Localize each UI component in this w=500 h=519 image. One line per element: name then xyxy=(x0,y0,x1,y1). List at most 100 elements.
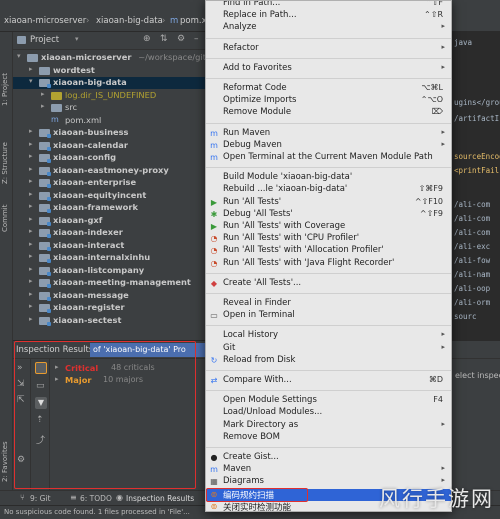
tree-item[interactable]: ▸ xiaoan-gxf xyxy=(13,215,208,227)
chevron-right-icon[interactable]: ▸ xyxy=(29,240,33,248)
chevron-right-icon[interactable]: ▸ xyxy=(29,315,33,323)
menu-item[interactable]: Replace in Path... ⌃⇧R xyxy=(206,10,451,22)
profiler-icon: ◔ xyxy=(210,246,218,256)
tree-item[interactable]: m pom.xml xyxy=(13,115,208,127)
tree-item[interactable]: ▸ xiaoan-indexer xyxy=(13,227,208,239)
menu-item[interactable]: Remove Module ⌦ xyxy=(206,107,451,119)
editor-area[interactable]: java ugins</grou/artifactI sourceEncod <pri… xyxy=(452,32,500,340)
tree-item[interactable]: ▸ xiaoan-meeting-management xyxy=(13,277,208,289)
menu-item[interactable]: Remove BOM xyxy=(206,432,451,444)
tree-item[interactable]: ▸ xiaoan-internalxinhu xyxy=(13,252,208,264)
chevron-down-icon[interactable]: ▾ xyxy=(75,35,79,43)
menu-item[interactable]: Load/Unload Modules... xyxy=(206,407,451,419)
tree-item[interactable]: ▸ xiaoan-interact xyxy=(13,240,208,252)
tree-item[interactable]: ▸ xiaoan-business xyxy=(13,127,208,139)
gear-icon[interactable]: ⚙ xyxy=(177,34,185,44)
breadcrumb-project[interactable]: xiaoan-microserver xyxy=(4,16,86,26)
menu-item[interactable]: m Run Maven ▸ xyxy=(206,128,451,140)
chevron-right-icon[interactable]: ▸ xyxy=(29,177,33,185)
menu-item[interactable]: m Maven ▸ xyxy=(206,464,451,476)
maven-icon: m xyxy=(210,465,218,475)
menu-item[interactable]: Analyze ▸ xyxy=(206,22,451,34)
tab-project[interactable]: 1: Project xyxy=(1,36,12,106)
chevron-right-icon[interactable]: ▸ xyxy=(29,252,33,260)
tree-item[interactable]: ▸ xiaoan-eastmoney-proxy xyxy=(13,165,208,177)
submenu-arrow-icon: ▸ xyxy=(441,42,445,51)
menu-item[interactable]: ↻ Reload from Disk xyxy=(206,355,451,367)
tree-item[interactable]: ▸ xiaoan-framework xyxy=(13,202,208,214)
chevron-right-icon[interactable]: ▸ xyxy=(29,190,33,198)
menu-item[interactable]: Optimize Imports ⌃⌥O xyxy=(206,95,451,107)
menu-item[interactable]: ● Create Gist... xyxy=(206,452,451,464)
folder-icon xyxy=(39,241,51,251)
chevron-right-icon[interactable]: ▸ xyxy=(29,290,33,298)
menu-item[interactable]: Find in Path... ⌃⇧F xyxy=(206,1,451,10)
tree-item[interactable]: ▸ xiaoan-listcompany xyxy=(13,265,208,277)
menu-item[interactable]: ◔ Run 'All Tests' with 'Allocation Profil… xyxy=(206,245,451,257)
chevron-right-icon[interactable]: ▸ xyxy=(29,152,33,160)
tree-item[interactable]: ▸ wordtest xyxy=(13,65,208,77)
menu-item[interactable]: ▶ Run 'All Tests' with Coverage xyxy=(206,221,451,233)
menu-item[interactable]: ⇄ Compare With... ⌘D xyxy=(206,375,451,387)
menu-item-shortcut: ^⇧F10 xyxy=(414,196,443,206)
tree-item[interactable]: ▸ src xyxy=(13,102,208,114)
menu-item[interactable]: Open Module Settings F4 xyxy=(206,395,451,407)
tab-structure[interactable]: Z: Structure xyxy=(1,124,12,184)
chevron-right-icon[interactable]: ▸ xyxy=(29,140,33,148)
menu-item[interactable]: Refactor ▸ xyxy=(206,42,451,55)
code-line: /ali-com xyxy=(454,200,491,209)
tree-item[interactable]: ▸ xiaoan-message xyxy=(13,290,208,302)
menu-item[interactable]: ▭ Open in Terminal xyxy=(206,310,451,322)
tree-item[interactable]: ▾ xiaoan-big-data xyxy=(13,77,208,89)
locate-icon[interactable]: ⊕ xyxy=(143,34,151,44)
menu-item[interactable]: Git ▸ xyxy=(206,343,451,355)
chevron-right-icon[interactable]: ▸ xyxy=(41,102,45,110)
tab-todo[interactable]: 6: TODO xyxy=(80,494,112,503)
tab-inspection-results[interactable]: Inspection Results xyxy=(126,494,194,503)
tree-item[interactable]: ▸ xiaoan-register xyxy=(13,302,208,314)
chevron-right-icon[interactable]: ▸ xyxy=(29,65,33,73)
menu-item[interactable]: m Debug Maven ▸ xyxy=(206,140,451,152)
chevron-right-icon[interactable]: ▸ xyxy=(29,165,33,173)
chevron-right-icon[interactable]: ▸ xyxy=(29,302,33,310)
minimize-icon[interactable]: – xyxy=(194,34,199,44)
tree-item[interactable]: ▸ xiaoan-equityincent xyxy=(13,190,208,202)
tree-item[interactable]: ▾ xiaoan-microserver ~/workspace/git.in xyxy=(13,52,216,64)
github-icon: ● xyxy=(210,453,218,462)
menu-item[interactable]: Add to Favorites ▸ xyxy=(206,63,451,75)
menu-item[interactable]: ▶ Run 'All Tests' ^⇧F10 xyxy=(206,196,451,209)
tree-item[interactable]: ▸ xiaoan-enterprise xyxy=(13,177,208,189)
chevron-down-icon[interactable]: ▾ xyxy=(29,77,33,85)
collapse-icon[interactable]: ⇅ xyxy=(160,34,168,44)
inspection-detail-text: elect inspect xyxy=(455,371,500,380)
menu-item[interactable]: ✱ Debug 'All Tests' ^⇧F9 xyxy=(206,209,451,221)
tree-item[interactable]: ▸ xiaoan-config xyxy=(13,152,208,164)
chevron-right-icon[interactable]: ▸ xyxy=(29,127,33,135)
tab-commit[interactable]: Commit xyxy=(1,192,12,233)
chevron-right-icon[interactable]: ▸ xyxy=(29,227,33,235)
tree-item[interactable]: ▸ log.dir_IS_UNDEFINED xyxy=(13,90,208,102)
tree-item[interactable]: ▸ xiaoan-calendar xyxy=(13,140,208,152)
menu-item[interactable]: Local History ▸ xyxy=(206,330,451,342)
menu-item[interactable]: ◔ Run 'All Tests' with 'Java Flight Recor… xyxy=(206,258,451,270)
chevron-right-icon[interactable]: ▸ xyxy=(29,265,33,273)
menu-item[interactable]: Reveal in Finder xyxy=(206,298,451,310)
tree-item[interactable]: ▸ xiaoan-sectest xyxy=(13,315,208,327)
tab-git[interactable]: 9: Git xyxy=(30,494,51,503)
chevron-right-icon[interactable]: ▸ xyxy=(41,90,45,98)
breadcrumb-module[interactable]: xiaoan-big-data xyxy=(96,16,163,26)
menu-item[interactable]: m Open Terminal at the Current Maven Modu… xyxy=(206,152,451,164)
menu-item-label: Refactor xyxy=(223,42,259,53)
menu-item[interactable]: Reformat Code ⌥⌘L xyxy=(206,83,451,95)
menu-item[interactable]: Build Module 'xiaoan-big-data' xyxy=(206,172,451,184)
tab-favorites[interactable]: 2: Favorites xyxy=(1,422,12,482)
chevron-right-icon[interactable]: ▸ xyxy=(29,215,33,223)
submenu-arrow-icon: ▸ xyxy=(441,22,445,31)
menu-item[interactable]: Mark Directory as ▸ xyxy=(206,420,451,432)
chevron-down-icon[interactable]: ▾ xyxy=(17,52,21,60)
menu-item[interactable]: ◆ Create 'All Tests'... xyxy=(206,278,451,290)
menu-item[interactable]: Rebuild ...le 'xiaoan-big-data' ⇧⌘F9 xyxy=(206,184,451,196)
menu-item[interactable]: ◔ Run 'All Tests' with 'CPU Profiler' xyxy=(206,233,451,245)
chevron-right-icon[interactable]: ▸ xyxy=(29,277,33,285)
chevron-right-icon[interactable]: ▸ xyxy=(29,202,33,210)
